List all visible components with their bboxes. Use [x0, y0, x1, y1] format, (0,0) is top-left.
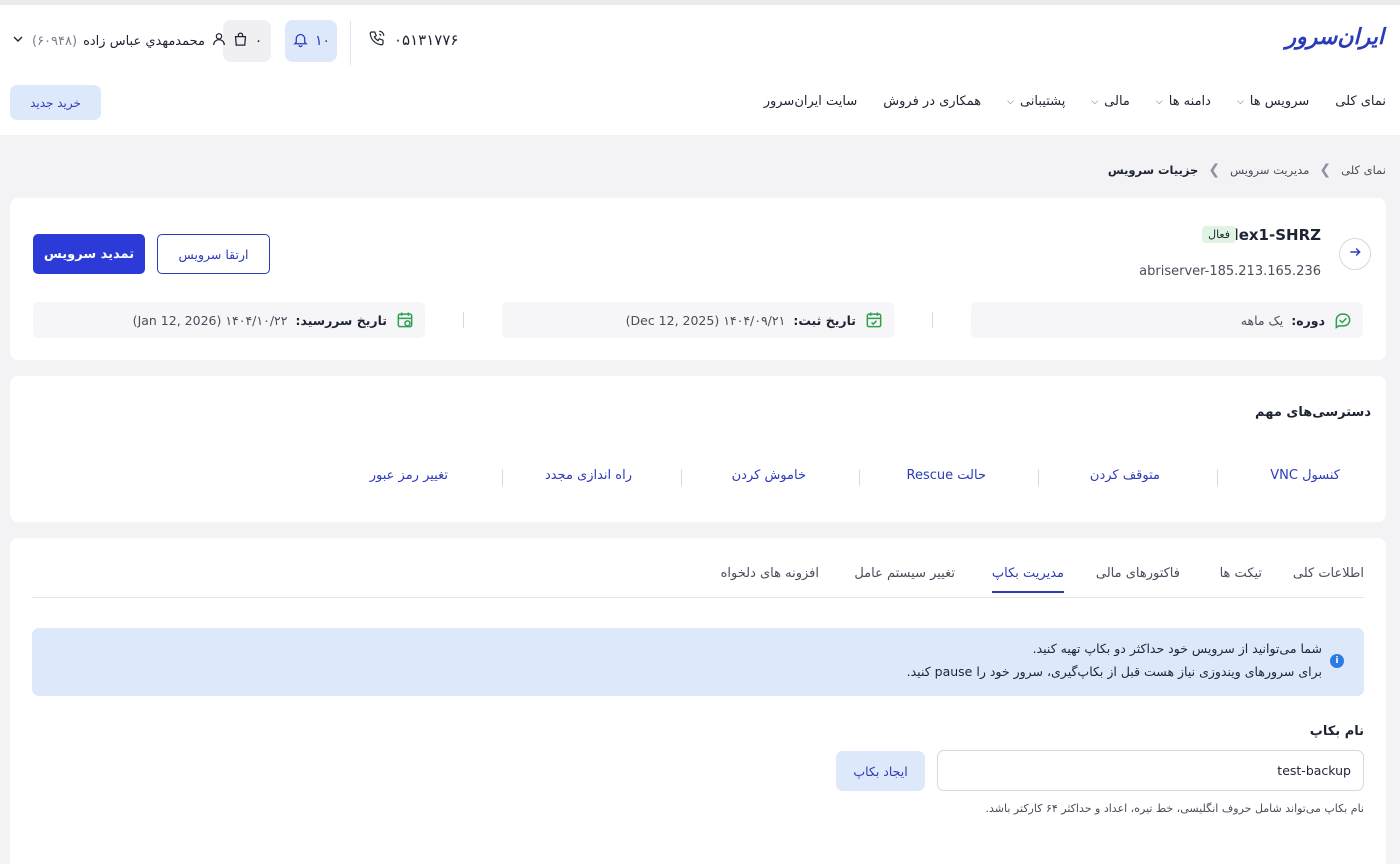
shutdown-link[interactable]: خاموش کردن [732, 468, 806, 483]
breadcrumb-item-current: جزییات سرویس [1107, 163, 1199, 177]
nav-label: همکاری در فروش [883, 94, 982, 109]
cart-count: ۰ [254, 33, 263, 49]
main-nav: نمای کلی سرویس ها ⌵ دامنه ها ⌵ مالی ⌵ پش… [764, 94, 1386, 109]
service-host: abriserver-185.213.165.236 [1139, 264, 1321, 279]
tab-general-info[interactable]: اطلاعات کلی [1293, 566, 1364, 591]
user-name: محمدمهدي عباس زاده [83, 33, 205, 49]
site-header: ایران‌سرور ۰۵۱۳۱۷۷۶ ۱۰ ۰ محمدمهدي عباس ز… [0, 5, 1400, 135]
info-icon: i [1330, 654, 1344, 668]
tab-tickets[interactable]: تیکت ها [1220, 566, 1262, 591]
nav-label: نمای کلی [1335, 94, 1386, 109]
chevron-down-icon [10, 31, 26, 51]
action-divider [1038, 470, 1039, 486]
status-badge: فعال [1202, 226, 1236, 243]
back-button[interactable] [1339, 238, 1371, 270]
renew-service-button[interactable]: تمدید سرویس [33, 234, 145, 274]
logo[interactable]: ایران‌سرور [1286, 25, 1385, 50]
period-value: یک ماهه [1240, 312, 1284, 328]
user-id: (۶۰۹۴۸) [32, 33, 78, 49]
due-date-label: تاریخ سررسید: [295, 312, 387, 328]
quick-actions: کنسول VNC متوقف کردن حالت Rescue خاموش ک… [10, 468, 1386, 488]
nav-item-affiliate[interactable]: همکاری در فروش [883, 94, 981, 109]
alert-line-1: شما می‌توانید از سرویس خود حداکثر دو بکا… [1032, 641, 1322, 656]
nav-item-domains[interactable]: دامنه ها ⌵ [1156, 94, 1211, 109]
change-password-link[interactable]: تغییر رمز عبور [370, 468, 448, 483]
chevron-down-icon: ⌵ [1155, 96, 1163, 107]
info-divider [463, 312, 464, 328]
chevron-down-icon: ⌵ [1007, 96, 1014, 107]
nav-label: مالی [1104, 94, 1130, 109]
tab-addons[interactable]: افزونه های دلخواه [721, 566, 819, 591]
tab-change-os[interactable]: تغییر سیستم عامل [854, 566, 955, 591]
header-divider [350, 21, 351, 65]
notifications-button[interactable]: ۱۰ [285, 20, 337, 62]
phone-number: ۰۵۱۳۱۷۷۶ [394, 31, 459, 49]
vnc-console-link[interactable]: کنسول VNC [1270, 468, 1340, 483]
alert-line-2: برای سرورهای ویندوزی نیاز هست قبل از بکا… [906, 664, 1322, 679]
quick-access-card: دسترسی‌های مهم کنسول VNC متوقف کردن حالت… [10, 376, 1386, 522]
nav-item-support[interactable]: پشتیبانی ⌵ [1007, 94, 1065, 109]
phone-icon [368, 29, 386, 51]
backup-name-hint: نام بکاپ می‌تواند شامل حروف انگلیسی، خط … [985, 802, 1364, 815]
chevron-down-icon: ⌵ [1091, 96, 1099, 107]
registration-date-value: ۱۴۰۴/۰۹/۲۱ (Dec 12, 2025) [625, 312, 786, 328]
bell-icon [292, 31, 309, 52]
user-icon [211, 31, 227, 51]
service-details-card: اطلاعات کلی تیکت ها فاکتورهای مالی مدیری… [10, 538, 1386, 864]
nav-item-website[interactable]: سایت ایران‌سرور [764, 94, 858, 109]
registration-date-info: تاریخ ثبت: ۱۴۰۴/۰۹/۲۱ (Dec 12, 2025) [502, 302, 894, 338]
breadcrumb-item-overview[interactable]: نمای کلی [1341, 163, 1386, 177]
nav-label: پشتیبانی [1019, 94, 1066, 109]
cart-button[interactable]: ۰ [223, 20, 271, 62]
chevron-down-icon: ⌵ [1236, 96, 1244, 107]
reboot-link[interactable]: راه اندازی مجدد [545, 468, 632, 483]
chevron-left-icon: ❯ [1208, 162, 1221, 178]
quick-access-title: دسترسی‌های مهم [1255, 405, 1371, 420]
due-date-info: تاریخ سررسید: ۱۴۰۴/۱۰/۲۲ (Jan 12, 2026) [33, 302, 425, 338]
arrow-right-icon [1348, 245, 1362, 263]
shopping-bag-icon [232, 31, 249, 52]
notifications-count: ۱۰ [314, 33, 331, 49]
nav-item-finance[interactable]: مالی ⌵ [1091, 94, 1130, 109]
create-backup-button[interactable]: ایجاد بکاپ [836, 751, 925, 791]
upgrade-service-button[interactable]: ارتقا سرویس [157, 234, 270, 274]
new-purchase-button[interactable]: خرید جدید [10, 85, 101, 120]
action-divider [681, 470, 682, 486]
nav-label: سایت ایران‌سرور [763, 94, 858, 109]
due-date-value: ۱۴۰۴/۱۰/۲۲ (Jan 12, 2026) [132, 312, 288, 328]
suspend-link[interactable]: متوقف کردن [1090, 468, 1160, 483]
calendar-clock-icon [395, 310, 415, 330]
backup-name-input[interactable]: test-backup [937, 750, 1364, 791]
rescue-mode-link[interactable]: حالت Rescue [907, 468, 986, 483]
period-info: دوره: یک ماهه [971, 302, 1363, 338]
repeat-icon [1333, 310, 1353, 330]
support-phone[interactable]: ۰۵۱۳۱۷۷۶ [368, 29, 458, 51]
backup-name-label: نام بکاپ [1309, 724, 1364, 739]
nav-item-services[interactable]: سرویس ها ⌵ [1237, 94, 1309, 109]
info-divider [932, 312, 933, 328]
nav-label: سرویس ها [1249, 94, 1310, 109]
breadcrumb: نمای کلی ❯ مدیریت سرویس ❯ جزییات سرویس [1108, 162, 1386, 178]
calendar-check-icon [864, 310, 884, 330]
chevron-left-icon: ❯ [1319, 162, 1332, 178]
nav-item-overview[interactable]: نمای کلی [1335, 94, 1386, 109]
nav-label: دامنه ها [1168, 94, 1211, 109]
period-label: دوره: [1291, 312, 1325, 328]
action-divider [1217, 470, 1218, 486]
action-divider [502, 470, 503, 486]
tab-backup-management[interactable]: مدیریت بکاپ [991, 566, 1064, 593]
service-summary-card: Flex1-SHRZ فعال abriserver-185.213.165.2… [10, 198, 1386, 360]
backup-info-alert: i شما می‌توانید از سرویس خود حداکثر دو ب… [32, 628, 1364, 696]
tab-invoices[interactable]: فاکتورهای مالی [1096, 566, 1180, 591]
action-divider [859, 470, 860, 486]
service-tabs: اطلاعات کلی تیکت ها فاکتورهای مالی مدیری… [32, 564, 1364, 598]
breadcrumb-item-service-management[interactable]: مدیریت سرویس [1230, 163, 1309, 177]
registration-date-label: تاریخ ثبت: [793, 312, 856, 328]
user-menu[interactable]: محمدمهدي عباس زاده (۶۰۹۴۸) [10, 31, 227, 51]
service-name: Flex1-SHRZ [1223, 226, 1321, 244]
